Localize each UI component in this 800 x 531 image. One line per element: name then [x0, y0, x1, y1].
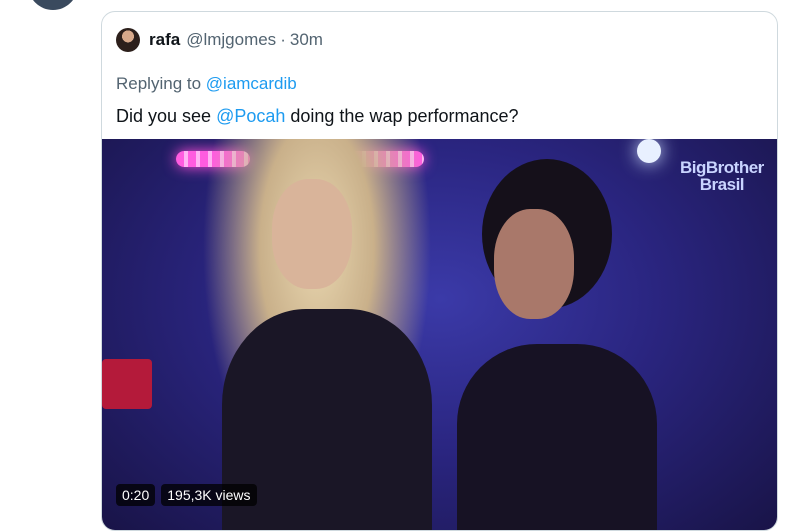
author-avatar[interactable] — [116, 28, 140, 52]
replying-to-line: Replying to @iamcardib — [116, 74, 297, 94]
person-left-face — [272, 179, 352, 289]
replying-to-mention[interactable]: @iamcardib — [206, 74, 297, 93]
broadcast-watermark: BigBrother Brasil — [680, 159, 764, 193]
video-duration: 0:20 — [116, 484, 156, 506]
tweet-text-before: Did you see — [116, 106, 217, 126]
watermark-line2: Brasil — [699, 175, 745, 194]
author-handle[interactable]: @lmjgomes — [186, 30, 276, 50]
person-right-body — [457, 344, 657, 530]
video-views: 195,3K views — [161, 484, 257, 506]
replying-to-label: Replying to — [116, 74, 206, 93]
separator-dot: · — [280, 30, 286, 49]
tweet-mention[interactable]: @Pocah — [216, 106, 285, 126]
quoted-tweet-card[interactable]: rafa @lmjgomes · 30m Replying to @iamcar… — [101, 11, 778, 531]
watermark-line1: BigBrother — [680, 158, 764, 177]
tweet-timestamp[interactable]: 30m — [290, 30, 323, 50]
person-right-face — [494, 209, 574, 319]
tweet-text-after: doing the wap performance? — [285, 106, 519, 126]
quoted-tweet-header: rafa @lmjgomes · 30m — [116, 27, 323, 53]
video-overlay: 0:20 195,3K views — [116, 484, 257, 506]
author-name[interactable]: rafa — [149, 30, 180, 50]
spotlight — [637, 139, 661, 163]
video-player[interactable]: BigBrother Brasil 0:20 195,3K views — [102, 139, 777, 530]
tweet-text: Did you see @Pocah doing the wap perform… — [116, 106, 519, 127]
parent-tweet-avatar[interactable] — [28, 0, 78, 10]
red-cup — [102, 359, 152, 409]
